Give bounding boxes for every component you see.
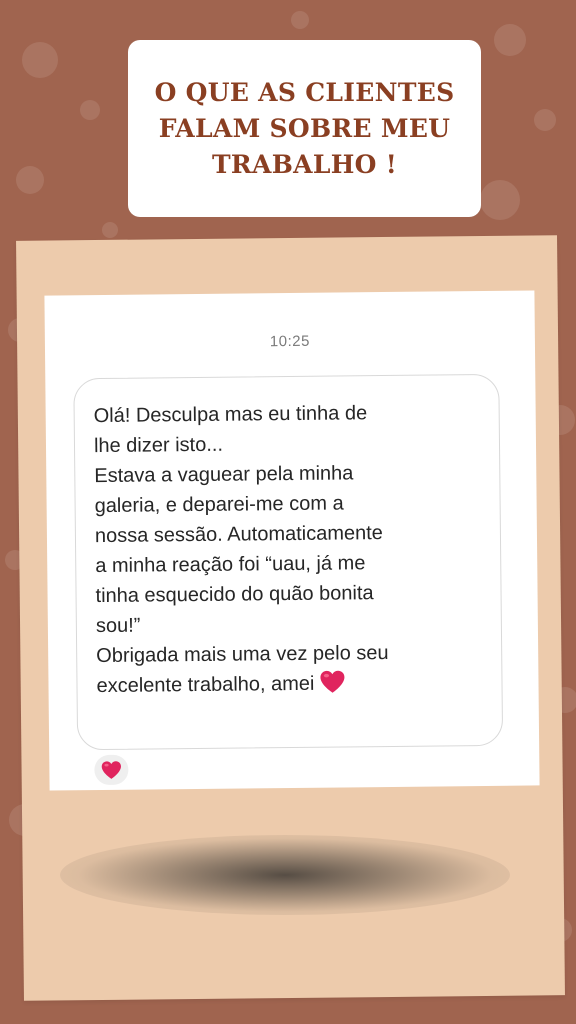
floating-shadow: [60, 835, 510, 915]
page-title: O QUE AS CLIENTES FALAM SOBRE MEU TRABAL…: [154, 77, 455, 179]
heart-icon: [101, 761, 121, 779]
heart-reaction-badge[interactable]: [94, 754, 129, 786]
title-card: O QUE AS CLIENTES FALAM SOBRE MEU TRABAL…: [128, 40, 481, 217]
message-line-text: excelente trabalho, amei: [96, 672, 315, 698]
chat-screenshot: 10:25 Olá! Desculpa mas eu tinha de lhe …: [44, 290, 540, 791]
message-line: nossa sessão. Automaticamente: [94, 522, 383, 548]
message-bubble[interactable]: Olá! Desculpa mas eu tinha de lhe dizer …: [73, 373, 504, 751]
message-line: tinha esquecido do quão bonita: [95, 582, 374, 608]
heart-icon: [318, 669, 346, 693]
message-line: Estava a vaguear pela minha: [94, 462, 354, 488]
message-line: Obrigada mais uma vez pelo seu: [96, 641, 389, 668]
message-line: lhe dizer isto...: [93, 433, 224, 458]
message-text: Olá! Desculpa mas eu tinha de lhe dizer …: [94, 397, 497, 701]
message-timestamp: 10:25: [269, 332, 311, 351]
message-line: galeria, e deparei-me com a: [94, 492, 344, 518]
message-line: a minha reação foi “uau, já me: [95, 552, 366, 578]
message-line: sou!”: [95, 614, 141, 638]
message-line-last: excelente trabalho, amei: [96, 667, 496, 701]
message-line: Olá! Desculpa mas eu tinha de: [93, 402, 368, 428]
